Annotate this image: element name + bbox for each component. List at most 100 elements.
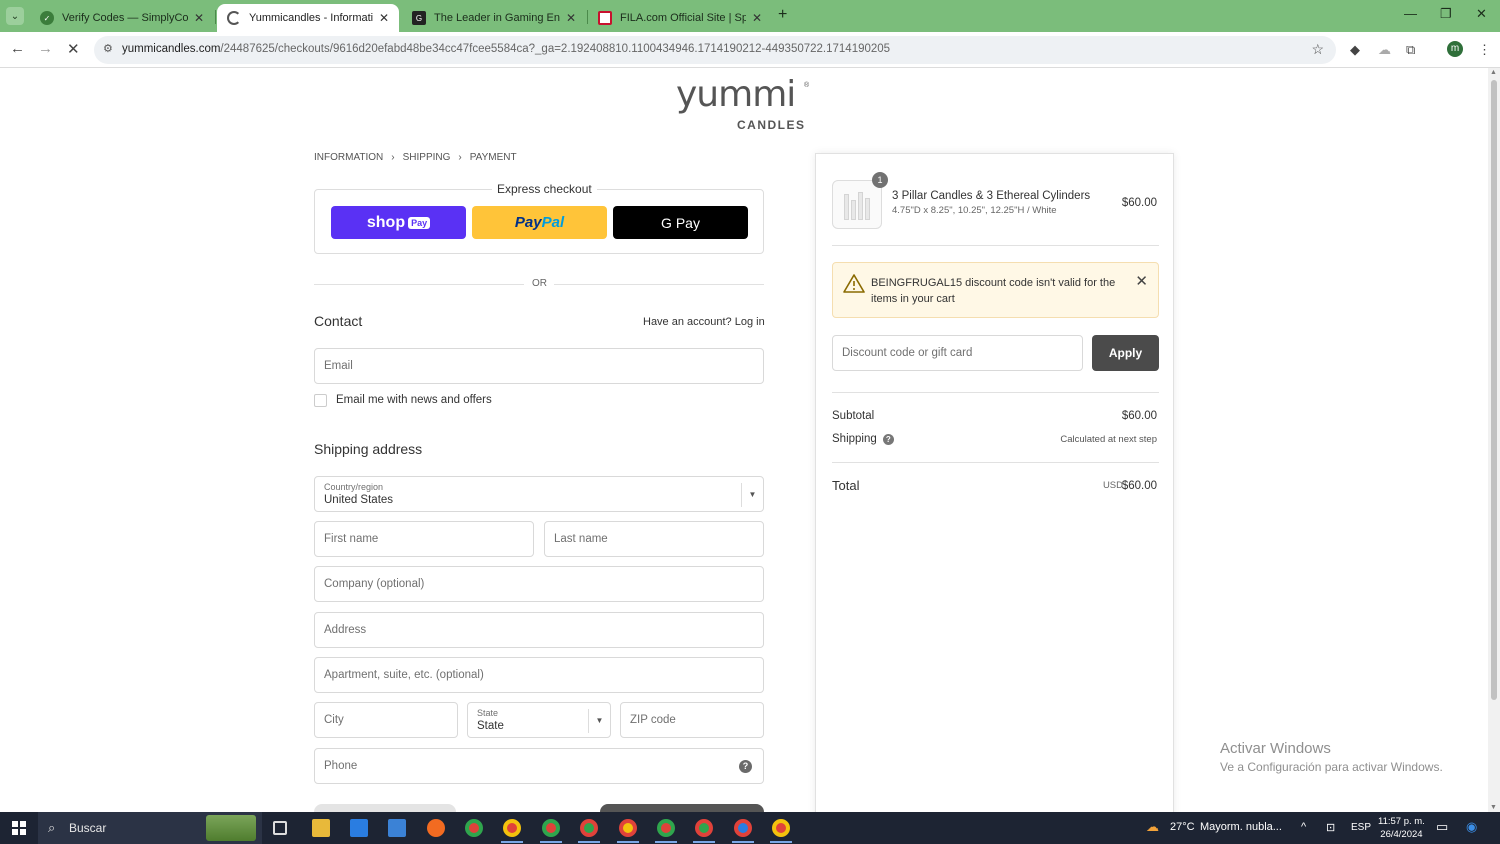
stop-loading-button[interactable]: ✕ <box>67 40 80 58</box>
notifications-icon[interactable]: ▭ <box>1436 819 1448 835</box>
apply-button[interactable]: Apply <box>1092 335 1159 371</box>
breadcrumb-information[interactable]: INFORMATION <box>314 152 383 163</box>
chrome-profile-icon[interactable] <box>772 819 790 837</box>
taskbar-search[interactable]: ⌕ Buscar <box>38 812 262 844</box>
new-tab-button[interactable]: + <box>778 6 787 24</box>
breadcrumb-payment[interactable]: PAYMENT <box>470 152 517 163</box>
zip-field[interactable]: ZIP code <box>620 702 764 738</box>
bookmark-star-icon[interactable]: ☆ <box>1311 41 1324 58</box>
extension-cloud-icon[interactable]: ☁ <box>1378 42 1391 58</box>
state-value: State <box>477 720 504 732</box>
puzzle-extensions-icon[interactable]: ⧉ <box>1406 42 1415 58</box>
contact-heading: Contact <box>314 313 363 329</box>
close-icon[interactable]: ✕ <box>194 11 204 25</box>
tab-gaming-energy[interactable]: G The Leader in Gaming Energy & ✕ <box>402 4 586 32</box>
file-explorer-icon[interactable] <box>312 819 330 837</box>
tab-yummicandles[interactable]: Yummicandles - Information - Y ✕ <box>217 4 399 32</box>
firefox-icon[interactable] <box>427 819 445 837</box>
logo-word: yummi <box>676 74 796 115</box>
chrome-profile-icon[interactable] <box>734 819 752 837</box>
state-select[interactable]: State State ▼ <box>467 702 611 738</box>
help-icon[interactable]: ? <box>882 434 894 445</box>
address-field[interactable]: Address <box>314 612 764 648</box>
running-indicator <box>732 841 754 843</box>
shop-pay-button[interactable]: shop Pay <box>331 206 466 239</box>
close-window-button[interactable]: ✕ <box>1476 6 1487 22</box>
chrome-profile-icon[interactable] <box>503 819 521 837</box>
profile-avatar[interactable]: m <box>1447 41 1463 57</box>
chrome-profile-icon[interactable] <box>542 819 560 837</box>
login-link[interactable]: Have an account? Log in <box>643 316 765 328</box>
close-icon[interactable]: ✕ <box>379 11 389 25</box>
store-icon[interactable] <box>388 819 406 837</box>
chrome-profile-icon[interactable] <box>619 819 637 837</box>
clock-date: 26/4/2024 <box>1380 829 1423 840</box>
tab-simplycodes[interactable]: ✓ Verify Codes — SimplyCodes ✕ <box>30 4 214 32</box>
language-indicator[interactable]: ESP <box>1351 822 1371 833</box>
shop-pay-badge: Pay <box>408 216 431 229</box>
chrome-profile-icon[interactable] <box>695 819 713 837</box>
extension-icon[interactable]: ◆ <box>1350 42 1360 58</box>
copilot-icon[interactable]: ◉ <box>1466 819 1477 835</box>
simplycodes-icon: ✓ <box>40 11 54 25</box>
city-field[interactable]: City <box>314 702 458 738</box>
newsletter-label[interactable]: Email me with news and offers <box>336 394 492 406</box>
temperature[interactable]: 27°C <box>1170 821 1195 833</box>
phone-field[interactable]: Phone ? <box>314 748 764 784</box>
google-pay-button[interactable]: G Pay <box>613 206 748 239</box>
first-name-field[interactable]: First name <box>314 521 534 557</box>
search-highlight-image <box>206 815 256 841</box>
close-icon[interactable]: ✕ <box>1135 272 1148 290</box>
scroll-down-icon[interactable]: ▼ <box>1490 804 1497 811</box>
tab-fila[interactable]: FILA.com Official Site | Sportsw ✕ <box>588 4 772 32</box>
discount-code-input[interactable]: Discount code or gift card <box>832 335 1083 371</box>
vertical-scrollbar[interactable]: ▲ ▼ <box>1488 68 1500 812</box>
address-bar[interactable]: ⚙ yummicandles.com/24487625/checkouts/96… <box>94 36 1336 64</box>
candle-shape <box>844 194 849 220</box>
scroll-up-icon[interactable]: ▲ <box>1490 69 1497 76</box>
site-settings-icon[interactable]: ⚙ <box>103 42 113 55</box>
url-text[interactable]: yummicandles.com/24487625/checkouts/9616… <box>122 43 890 55</box>
or-text: OR <box>532 278 547 289</box>
country-select[interactable]: Country/region United States ▼ <box>314 476 764 512</box>
tab-search-button[interactable]: ⌄ <box>6 7 24 25</box>
mail-icon[interactable] <box>350 819 368 837</box>
chrome-profile-icon[interactable] <box>657 819 675 837</box>
company-field[interactable]: Company (optional) <box>314 566 764 602</box>
weather-text[interactable]: Mayorm. nubla... <box>1200 821 1282 833</box>
shop-pay-label: shop <box>366 213 406 231</box>
back-button[interactable]: ← <box>10 40 25 57</box>
minimize-button[interactable]: — <box>1404 6 1417 21</box>
chevron-right-icon: › <box>458 152 462 163</box>
close-icon[interactable]: ✕ <box>566 11 576 25</box>
menu-kebab-icon[interactable]: ⋮ <box>1478 42 1491 58</box>
windows-start-icon[interactable] <box>12 821 26 835</box>
close-icon[interactable]: ✕ <box>752 11 762 25</box>
breadcrumb-shipping[interactable]: SHIPPING <box>403 152 451 163</box>
chrome-profile-icon[interactable] <box>580 819 598 837</box>
taskbar-clock[interactable]: 11:57 p. m. 26/4/2024 <box>1378 815 1425 841</box>
yummi-candles-logo[interactable]: yummi ® CANDLES <box>676 74 816 133</box>
apartment-field[interactable]: Apartment, suite, etc. (optional) <box>314 657 764 693</box>
email-field[interactable]: Email <box>314 348 764 384</box>
chrome-icon[interactable] <box>465 819 483 837</box>
quantity-badge: 1 <box>872 172 888 188</box>
scrollbar-thumb[interactable] <box>1491 80 1497 700</box>
chevron-down-icon: ▼ <box>588 709 610 733</box>
restore-button[interactable]: ❐ <box>1440 6 1452 22</box>
return-button-partial[interactable] <box>314 804 456 812</box>
forward-button[interactable]: → <box>38 40 53 57</box>
task-view-icon[interactable] <box>273 821 287 835</box>
address-placeholder: Address <box>324 624 367 636</box>
paypal-word-b: Pal <box>541 214 565 231</box>
paypal-button[interactable]: Pay Pal <box>472 206 607 239</box>
chevron-up-icon[interactable]: ^ <box>1301 821 1306 833</box>
network-icon[interactable]: ⊡ <box>1326 821 1335 834</box>
google-pay-label: G Pay <box>661 214 700 231</box>
help-icon[interactable]: ? <box>739 760 752 773</box>
express-checkout-title: Express checkout <box>492 182 597 196</box>
last-name-field[interactable]: Last name <box>544 521 764 557</box>
newsletter-checkbox[interactable] <box>314 394 327 407</box>
or-divider: OR <box>314 278 764 290</box>
continue-button-partial[interactable] <box>600 804 764 812</box>
